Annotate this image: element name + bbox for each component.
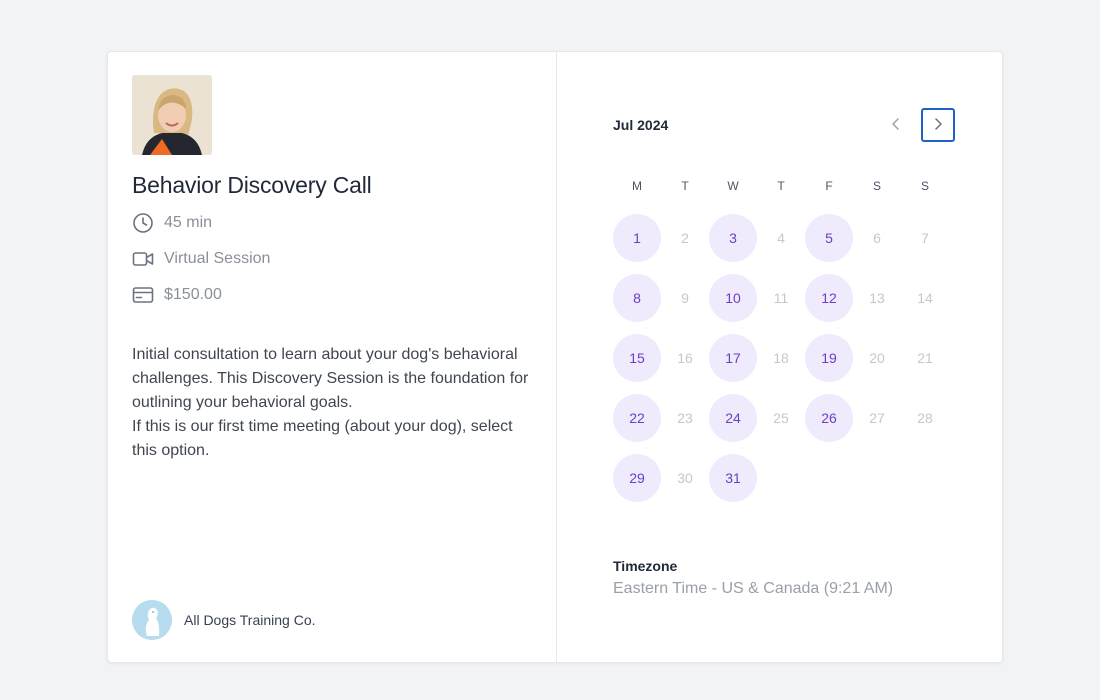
weekday-label: T [681,179,689,193]
organization: All Dogs Training Co. [132,600,316,640]
timezone-section: Timezone Eastern Time - US & Canada (9:2… [613,558,893,598]
day-available[interactable]: 8 [613,274,661,322]
price-text: $150.00 [164,286,222,303]
description-paragraph: Initial consultation to learn about your… [132,346,529,411]
location-row: Virtual Session [132,247,532,271]
day-unavailable: 2 [681,230,689,246]
month-label: Jul 2024 [613,117,669,133]
day-unavailable: 14 [917,290,933,306]
credit-card-icon [132,284,154,306]
day-available[interactable]: 26 [805,394,853,442]
timezone-selector[interactable]: Eastern Time - US & Canada (9:21 AM) [613,580,893,598]
day-unavailable: 11 [773,290,789,306]
calendar-header: Jul 2024 [613,108,955,142]
day-available[interactable]: 15 [613,334,661,382]
day-available[interactable]: 24 [709,394,757,442]
duration-text: 45 min [164,214,213,231]
day-available[interactable]: 5 [805,214,853,262]
day-unavailable: 6 [873,230,881,246]
day-unavailable: 20 [869,350,885,366]
organization-logo [132,600,172,640]
weekday-header: MTWTFSS [613,179,949,193]
day-available[interactable]: 19 [805,334,853,382]
price-row: $150.00 [132,283,532,307]
duration-row: 45 min [132,211,532,235]
description-paragraph: If this is our first time meeting (about… [132,418,513,459]
day-unavailable: 28 [917,410,933,426]
day-unavailable: 23 [677,410,693,426]
weekday-label: S [920,179,929,193]
day-unavailable: 27 [869,410,885,426]
day-unavailable: 13 [869,290,885,306]
next-month-button[interactable] [921,108,955,142]
day-available[interactable]: 10 [709,274,757,322]
day-available[interactable]: 12 [805,274,853,322]
day-available[interactable]: 1 [613,214,661,262]
day-unavailable: 4 [777,230,785,246]
day-unavailable: 16 [677,350,693,366]
location-text: Virtual Session [164,250,271,267]
event-description: Initial consultation to learn about your… [132,343,532,463]
previous-month-button[interactable] [879,108,913,142]
calendar-grid: 1 2 3 4 5 6 7 8 9 10 11 12 13 14 15 16 17 18 19 20 21 22 23 24 2… [613,214,949,514]
day-available[interactable]: 31 [709,454,757,502]
day-unavailable: 7 [921,230,929,246]
timezone-label: Timezone [613,558,678,574]
day-available[interactable]: 29 [613,454,661,502]
chevron-left-icon [889,117,903,134]
host-avatar [132,75,212,155]
day-unavailable: 18 [773,350,789,366]
weekday-label: W [727,179,739,193]
video-camera-icon [132,248,154,270]
weekday-label: F [825,179,833,193]
day-available[interactable]: 22 [613,394,661,442]
day-unavailable: 30 [677,470,693,486]
clock-icon [132,212,154,234]
day-available[interactable]: 17 [709,334,757,382]
day-unavailable: 21 [917,350,933,366]
weekday-label: M [632,179,642,193]
weekday-label: T [777,179,785,193]
booking-card: Behavior Discovery Call 45 min Virtual S… [107,51,1003,663]
weekday-label: S [872,179,881,193]
date-picker-panel: Jul 2024 MTWTFSS 1 2 3 4 5 6 7 8 9 10 11 12 13 14 15 16… [557,52,1002,662]
day-available[interactable]: 3 [709,214,757,262]
chevron-right-icon [931,117,945,134]
day-unavailable: 9 [681,290,689,306]
event-title: Behavior Discovery Call [132,172,372,198]
day-unavailable: 25 [773,410,789,426]
month-navigation [879,108,955,142]
event-details-panel: Behavior Discovery Call 45 min Virtual S… [108,52,557,662]
organization-name: All Dogs Training Co. [184,612,316,628]
